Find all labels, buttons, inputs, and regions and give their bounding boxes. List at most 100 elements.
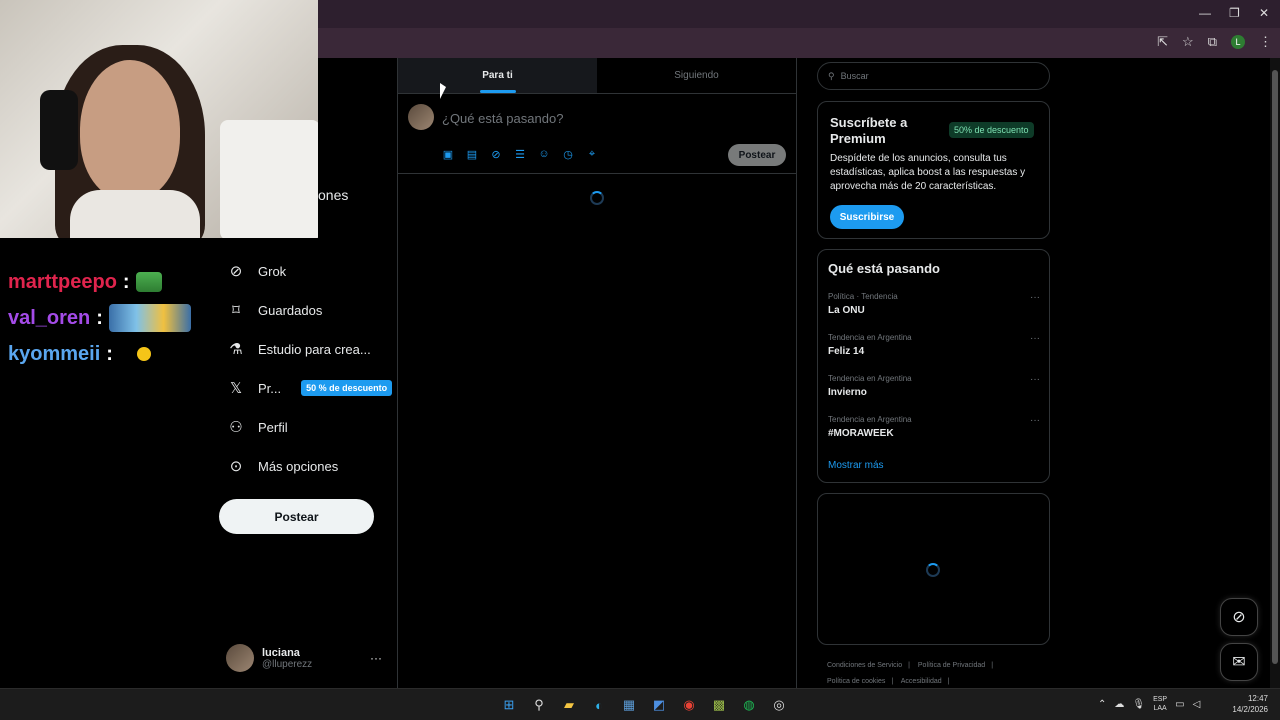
minimize-button[interactable]: — <box>1199 6 1211 20</box>
edge-icon[interactable]: ◐ <box>588 694 610 716</box>
sidebar-item-label: Estudio para crea... <box>258 341 371 357</box>
composer-input[interactable]: ¿Qué está pasando? <box>442 111 563 126</box>
chat-message: marttpeepo : <box>8 264 191 300</box>
sidebar-item-premium[interactable]: 𝕏 Pr... 50 % de descuento <box>228 380 393 397</box>
profile-icon: ⚇ <box>229 419 243 436</box>
emoji-icon[interactable]: ☺ <box>538 148 550 160</box>
sidebar-item-more-options[interactable]: ⊙ Más opciones <box>228 458 339 475</box>
post-composer: ¿Qué está pasando? ▣ ▤ ⊘ ☰ ☺ ◷ ⌖ Postear <box>398 94 796 174</box>
image-icon[interactable]: ▣ <box>442 148 454 161</box>
schedule-icon[interactable]: ◷ <box>562 148 574 161</box>
sidebar-item-creator-studio[interactable]: ⚗ Estudio para crea... <box>228 341 371 358</box>
show-more-link[interactable]: Mostrar más <box>828 460 884 471</box>
more-icon[interactable]: ··· <box>1030 292 1040 303</box>
chat-username: kyommeii <box>8 342 101 365</box>
accessibility-link[interactable]: Accesibilidad <box>901 678 942 685</box>
bookmark-icon: ⌑ <box>232 302 240 319</box>
webcam-overlay <box>0 0 318 238</box>
sidebar-item-grok[interactable]: ⊘ Grok <box>228 263 286 280</box>
gif-icon[interactable]: ▤ <box>466 148 478 161</box>
trends-card: Qué está pasando Política · Tendencia La… <box>817 249 1050 483</box>
privacy-link[interactable]: Política de Privacidad <box>918 662 985 669</box>
trend-context: Tendencia en Argentina <box>828 374 912 383</box>
mail-icon: ✉ <box>1232 654 1246 671</box>
spotify-icon[interactable]: ◍ <box>738 694 760 716</box>
more-icon[interactable]: ··· <box>1030 415 1040 426</box>
loading-spinner-icon <box>926 563 940 577</box>
stream-chat-overlay: marttpeepo : val_oren : kyommeii : <box>8 264 191 372</box>
tab-following[interactable]: Siguiendo <box>597 58 796 93</box>
sidebar-item-profile[interactable]: ⚇ Perfil <box>228 419 288 436</box>
obs-icon[interactable]: ◎ <box>768 694 790 716</box>
sidebar-item-label: Perfil <box>258 419 288 435</box>
trend-context: Tendencia en Argentina <box>828 415 912 424</box>
chevron-up-icon[interactable]: ⌃ <box>1098 699 1106 710</box>
clock-time: 12:47 <box>1247 694 1268 703</box>
sidebar-item-bookmarks[interactable]: ⌑ Guardados <box>228 302 322 319</box>
cookies-link[interactable]: Política de cookies <box>827 678 885 685</box>
trend-context: Política · Tendencia <box>828 292 898 301</box>
avatar <box>226 644 254 672</box>
tab-for-you[interactable]: Para ti <box>398 58 597 93</box>
account-switcher[interactable]: luciana @lluperezz <box>226 644 312 672</box>
grok-icon[interactable]: ⊘ <box>490 148 502 161</box>
language-indicator[interactable]: ESP LAA <box>1153 695 1167 713</box>
poll-icon[interactable]: ☰ <box>514 148 526 161</box>
browser-toolbar-icons: ⇱ ☆ ⧉ L ⋮ <box>1157 34 1272 50</box>
trend-name: Invierno <box>828 387 867 398</box>
trend-name: #MORAWEEK <box>828 428 894 439</box>
trend-item[interactable]: Tendencia en Argentina Feliz 14 ··· <box>828 333 1040 357</box>
trend-name: Feliz 14 <box>828 346 865 357</box>
trend-context: Tendencia en Argentina <box>828 333 912 342</box>
browser-menu-icon[interactable]: ⋮ <box>1259 34 1272 50</box>
taskbar-apps: ⊞ ⚲ ▰ ◐ ▦ ◩ ◉ ▩ ◍ ◎ <box>498 694 790 716</box>
scrollbar-thumb[interactable] <box>1272 70 1278 664</box>
loading-spinner-icon <box>590 191 604 205</box>
more-options-icon: ⊙ <box>229 458 243 475</box>
grok-icon: ⊘ <box>1232 609 1246 626</box>
sidebar-item-label: Pr... <box>258 380 282 396</box>
windows-taskbar: ⊞ ⚲ ▰ ◐ ▦ ◩ ◉ ▩ ◍ ◎ ⌃ ☁ 🎙 ESP LAA ▭ ◁ 12… <box>0 688 1280 720</box>
chrome-icon[interactable]: ◉ <box>678 694 700 716</box>
search-input[interactable]: ⚲ Buscar <box>817 62 1050 90</box>
file-explorer-icon[interactable]: ▰ <box>558 694 580 716</box>
grok-icon: ⊘ <box>229 263 243 280</box>
timeline-tabs: Para ti Siguiendo <box>398 58 796 94</box>
grok-floating-button[interactable]: ⊘ <box>1220 598 1258 636</box>
more-icon[interactable]: ··· <box>1030 333 1040 344</box>
page-scrollbar[interactable] <box>1270 58 1280 688</box>
microphone-icon[interactable]: 🎙 <box>1132 699 1145 710</box>
onedrive-icon[interactable]: ☁ <box>1114 699 1124 710</box>
search-icon[interactable]: ⚲ <box>528 694 550 716</box>
profile-avatar-icon[interactable]: L <box>1231 35 1245 49</box>
outlook-icon[interactable]: ◩ <box>648 694 670 716</box>
taskbar-clock[interactable]: 12:47 14/2/2026 <box>1222 693 1268 715</box>
footer-links: Condiciones de Servicio | Política de Pri… <box>827 662 994 685</box>
close-button[interactable]: ✕ <box>1259 6 1269 20</box>
timeline-column: Para ti Siguiendo ¿Qué está pasando? ▣ ▤… <box>397 58 797 688</box>
location-icon[interactable]: ⌖ <box>586 148 598 160</box>
terms-link[interactable]: Condiciones de Servicio <box>827 662 902 669</box>
account-name: luciana <box>262 646 300 659</box>
account-more-icon[interactable]: ··· <box>370 651 382 665</box>
store-icon[interactable]: ▦ <box>618 694 640 716</box>
display-icon[interactable]: ▭ <box>1175 699 1184 710</box>
trend-item[interactable]: Política · Tendencia La ONU ··· <box>828 292 1040 316</box>
subscribe-button[interactable]: Suscribirse <box>830 205 904 229</box>
restore-button[interactable]: ❐ <box>1229 6 1240 20</box>
volume-icon[interactable]: ◁ <box>1193 699 1201 710</box>
trend-name: La ONU <box>828 305 865 316</box>
messages-floating-button[interactable]: ✉ <box>1220 643 1258 681</box>
chat-message: kyommeii : <box>8 336 191 372</box>
bookmark-star-icon[interactable]: ☆ <box>1182 34 1194 50</box>
trend-item[interactable]: Tendencia en Argentina Invierno ··· <box>828 374 1040 398</box>
composer-post-button[interactable]: Postear <box>728 144 786 166</box>
more-icon[interactable]: ··· <box>1030 374 1040 385</box>
sidebar-post-button[interactable]: Postear <box>219 499 374 534</box>
install-app-icon[interactable]: ⇱ <box>1157 34 1168 50</box>
windows-start-icon[interactable]: ⊞ <box>498 694 520 716</box>
sidebar-item-partial-label[interactable]: ones <box>318 187 348 203</box>
trend-item[interactable]: Tendencia en Argentina #MORAWEEK ··· <box>828 415 1040 439</box>
extensions-icon[interactable]: ⧉ <box>1208 34 1217 50</box>
minecraft-icon[interactable]: ▩ <box>708 694 730 716</box>
